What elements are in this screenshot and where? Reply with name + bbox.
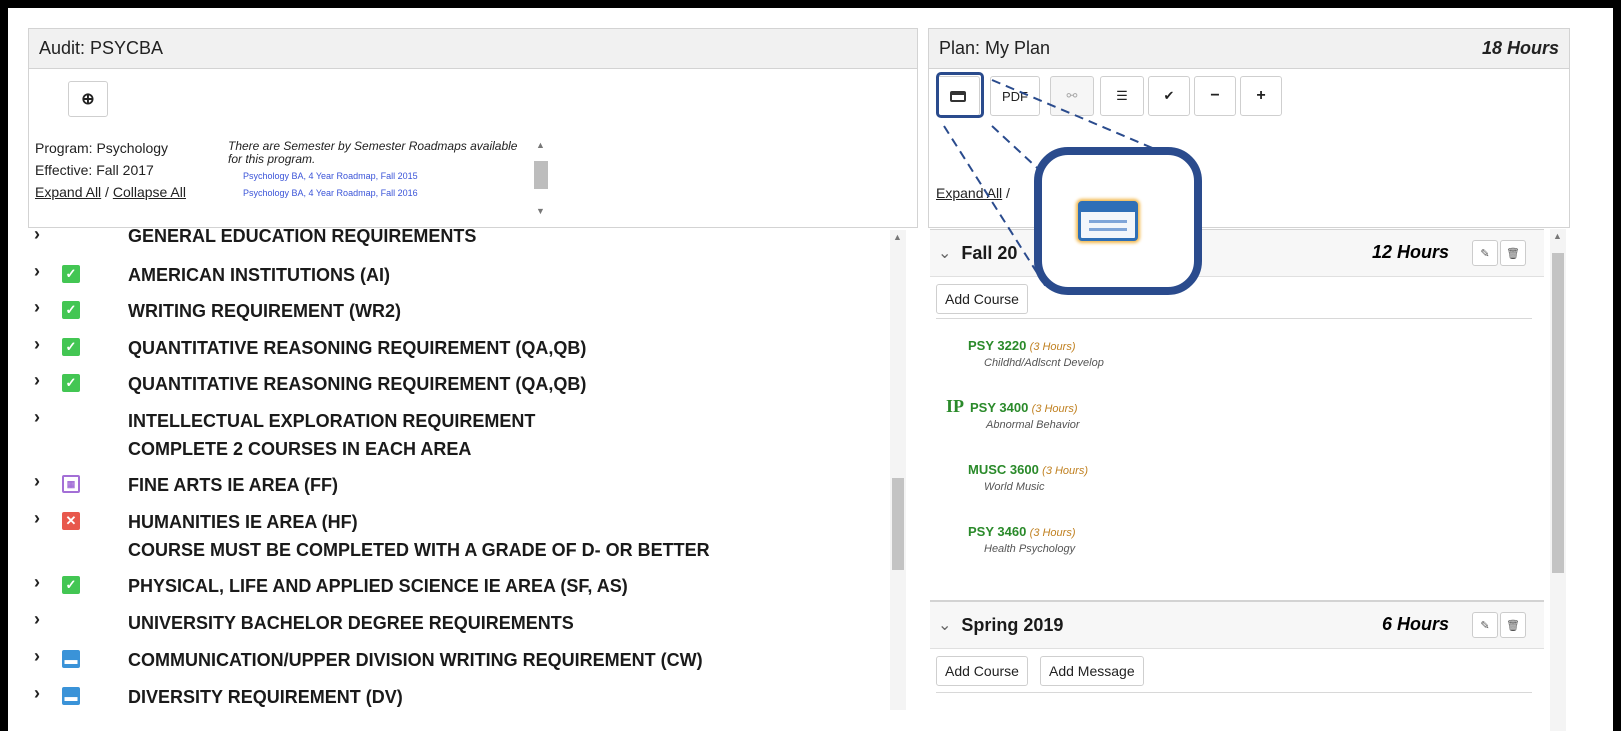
highlight-box xyxy=(936,72,984,118)
zoomed-icon-line xyxy=(1089,228,1127,231)
callout-line-bottom xyxy=(943,125,1049,291)
details-view-icon-zoomed xyxy=(1078,201,1138,241)
app-frame: Audit: PSYCBA ⊕ Program: Psychology Effe… xyxy=(8,8,1613,731)
zoomed-icon-line xyxy=(1089,220,1127,223)
callout-lines xyxy=(943,79,1177,291)
zoom-callout xyxy=(1034,147,1202,295)
zoomed-icon-bar xyxy=(1081,204,1135,212)
